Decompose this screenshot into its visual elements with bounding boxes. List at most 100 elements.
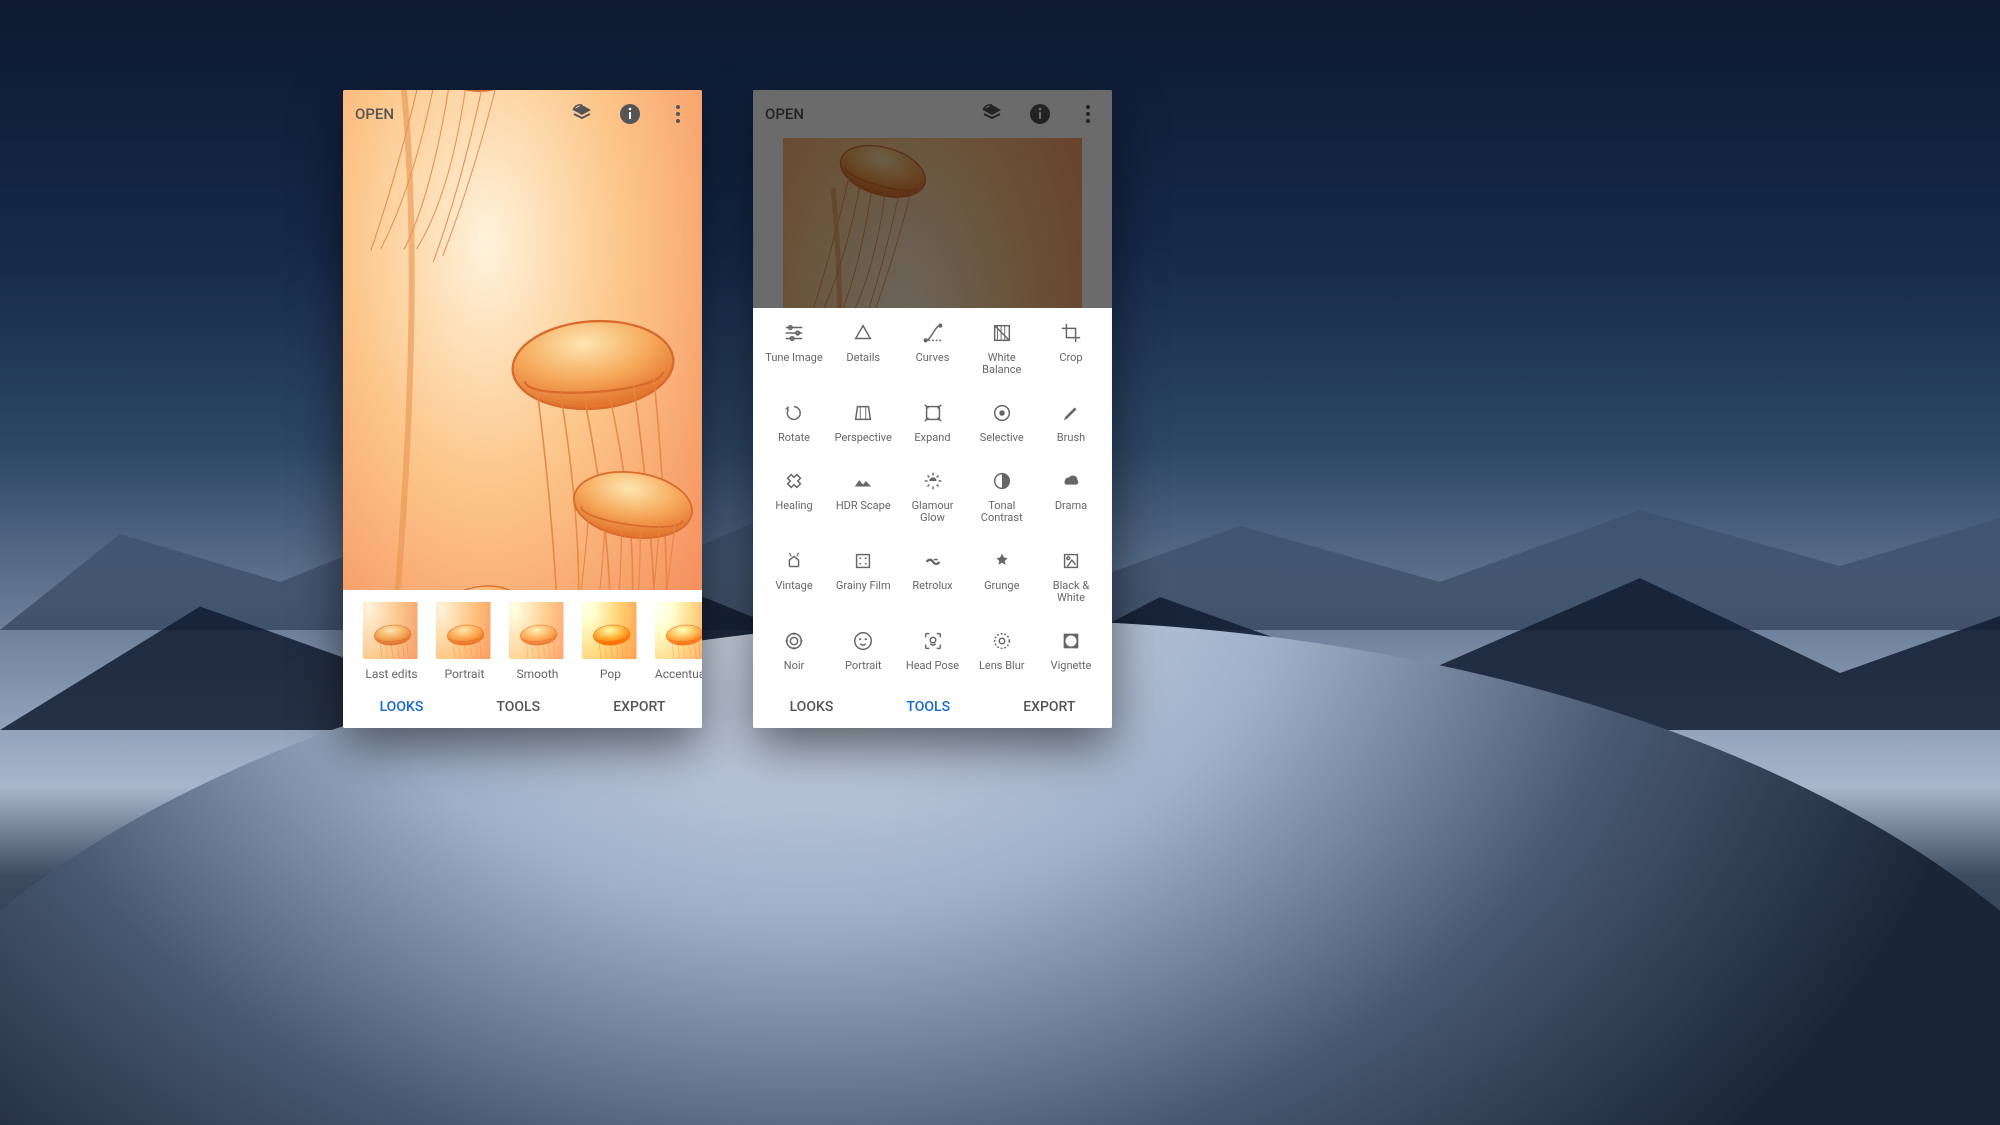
tonal-contrast-icon (991, 470, 1013, 492)
tool-vintage[interactable]: Vintage (761, 550, 827, 604)
bottom-tab-bar: LOOKS TOOLS EXPORT (753, 686, 1112, 728)
vintage-icon (783, 550, 805, 572)
tool-label: Portrait (845, 660, 882, 672)
tool-label: Details (846, 352, 880, 364)
hdr-scape-icon (852, 470, 874, 492)
app-top-bar: OPEN (343, 90, 702, 138)
tool-label: Crop (1059, 352, 1082, 364)
tool-label: Rotate (778, 432, 810, 444)
tab-tools[interactable]: TOOLS (896, 693, 960, 721)
tool-vignette[interactable]: Vignette (1038, 630, 1104, 672)
info-icon[interactable] (618, 102, 642, 126)
desktop-wallpaper: OPEN Last edits Portrait Smooth (0, 0, 2000, 1125)
tool-rotate[interactable]: Rotate (761, 402, 827, 444)
tool-healing[interactable]: Healing (761, 470, 827, 524)
tool-label: Expand (914, 432, 950, 444)
look-accentuate[interactable]: Accentuate (655, 602, 702, 681)
look-label: Portrait (436, 667, 493, 681)
tool-label: White Balance (970, 352, 1034, 376)
tool-label: Vignette (1051, 660, 1092, 672)
curves-icon (922, 322, 944, 344)
drama-icon (1060, 470, 1082, 492)
tool-label: Perspective (835, 432, 892, 444)
tool-label: Lens Blur (979, 660, 1025, 672)
tab-looks[interactable]: LOOKS (370, 693, 434, 721)
tool-selective[interactable]: Selective (969, 402, 1035, 444)
healing-icon (783, 470, 805, 492)
tool-label: Grunge (984, 580, 1019, 592)
tune-icon (783, 322, 805, 344)
noir-icon (783, 630, 805, 652)
grainy-film-icon (852, 550, 874, 572)
snapseed-app-tools-screen: OPEN Tune Image Details Curves White Bal… (753, 90, 1112, 728)
tool-label: Healing (775, 500, 812, 512)
tab-tools[interactable]: TOOLS (486, 693, 550, 721)
look-thumbnail (655, 602, 702, 659)
tool-lens-blur[interactable]: Lens Blur (969, 630, 1035, 672)
tool-label: Noir (784, 660, 805, 672)
tool-expand[interactable]: Expand (900, 402, 966, 444)
tool-retrolux[interactable]: Retrolux (900, 550, 966, 604)
tool-grainy-film[interactable]: Grainy Film (830, 550, 896, 604)
tool-label: Grainy Film (836, 580, 891, 592)
crop-icon (1060, 322, 1082, 344)
look-smooth[interactable]: Smooth (509, 602, 566, 681)
tool-hdr-scape[interactable]: HDR Scape (830, 470, 896, 524)
look-portrait[interactable]: Portrait (436, 602, 493, 681)
tool-label: Head Pose (906, 660, 959, 672)
snapseed-app-looks-screen: OPEN Last edits Portrait Smooth (343, 90, 702, 728)
tab-looks[interactable]: LOOKS (780, 693, 844, 721)
tool-drama[interactable]: Drama (1038, 470, 1104, 524)
tab-export[interactable]: EXPORT (603, 693, 675, 721)
tool-head-pose[interactable]: Head Pose (900, 630, 966, 672)
look-label: Last edits (363, 667, 420, 681)
look-thumbnail (582, 602, 639, 659)
brush-icon (1060, 402, 1082, 424)
tools-panel: Tune Image Details Curves White Balance … (753, 308, 1112, 686)
head-pose-icon (922, 630, 944, 652)
looks-strip[interactable]: Last edits Portrait Smooth Pop Accentuat… (343, 590, 702, 686)
details-icon (852, 322, 874, 344)
tool-details[interactable]: Details (830, 322, 896, 376)
lens-blur-icon (991, 630, 1013, 652)
expand-icon (922, 402, 944, 424)
tool-label: Brush (1057, 432, 1085, 444)
tool-tonal-contrast[interactable]: Tonal Contrast (969, 470, 1035, 524)
vignette-icon (1060, 630, 1082, 652)
tool-label: Curves (916, 352, 950, 364)
tool-label: Retrolux (912, 580, 952, 592)
look-label: Smooth (509, 667, 566, 681)
tool-label: Drama (1055, 500, 1087, 512)
layers-icon[interactable] (570, 102, 594, 126)
look-last-edits[interactable]: Last edits (363, 602, 420, 681)
tool-black-white[interactable]: Black & White (1038, 550, 1104, 604)
tool-crop[interactable]: Crop (1038, 322, 1104, 376)
tool-grunge[interactable]: Grunge (969, 550, 1035, 604)
look-pop[interactable]: Pop (582, 602, 639, 681)
grunge-icon (991, 550, 1013, 572)
tool-curves[interactable]: Curves (900, 322, 966, 376)
open-button[interactable]: OPEN (355, 105, 394, 123)
image-canvas[interactable] (343, 90, 702, 590)
tool-portrait[interactable]: Portrait (830, 630, 896, 672)
tool-noir[interactable]: Noir (761, 630, 827, 672)
tab-export[interactable]: EXPORT (1013, 693, 1085, 721)
tool-brush[interactable]: Brush (1038, 402, 1104, 444)
look-label: Pop (582, 667, 639, 681)
look-thumbnail (436, 602, 493, 659)
retrolux-icon (922, 550, 944, 572)
tool-tune-image[interactable]: Tune Image (761, 322, 827, 376)
dim-overlay (753, 90, 1112, 308)
tool-label: Selective (980, 432, 1024, 444)
tool-label: Black & White (1039, 580, 1103, 604)
tool-label: Vintage (775, 580, 812, 592)
tool-glamour-glow[interactable]: Glamour Glow (900, 470, 966, 524)
tool-white-balance[interactable]: White Balance (969, 322, 1035, 376)
tool-perspective[interactable]: Perspective (830, 402, 896, 444)
tool-label: Tonal Contrast (970, 500, 1034, 524)
selective-icon (991, 402, 1013, 424)
glamour-glow-icon (922, 470, 944, 492)
look-label: Accentuate (655, 667, 702, 681)
rotate-icon (783, 402, 805, 424)
more-vert-icon[interactable] (666, 102, 690, 126)
